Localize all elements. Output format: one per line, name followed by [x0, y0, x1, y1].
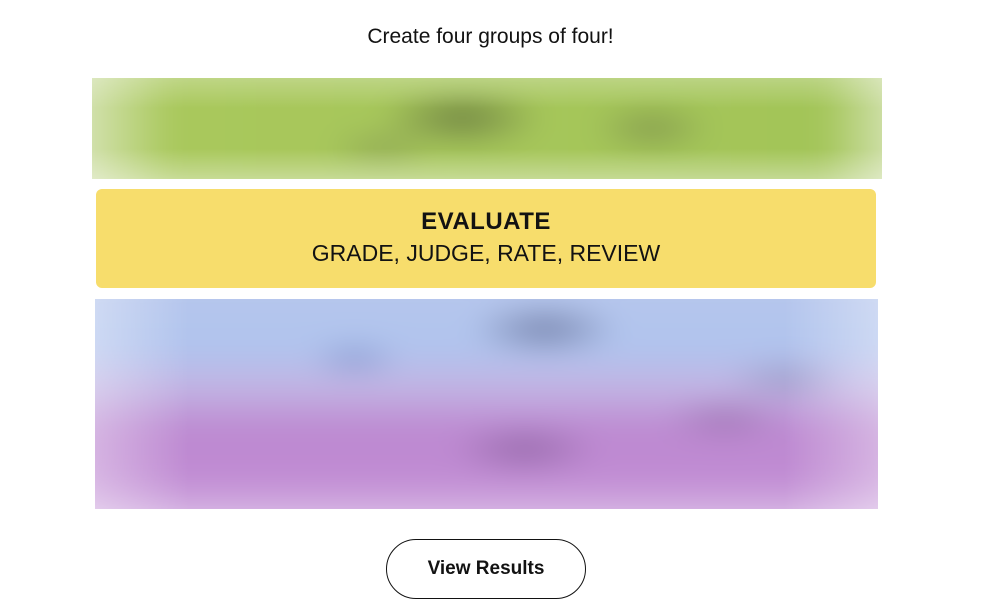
blurred-blue-purple-edge	[95, 299, 878, 509]
solved-group-yellow: EVALUATE GRADE, JUDGE, RATE, REVIEW	[96, 189, 876, 288]
connections-results-page: Create four groups of four! EVALUATE GRA…	[0, 0, 981, 611]
group-words: GRADE, JUDGE, RATE, REVIEW	[311, 240, 661, 266]
blurred-group-green	[92, 78, 882, 179]
puzzle-prompt: Create four groups of four!	[367, 25, 614, 48]
view-results-button[interactable]: View Results	[386, 539, 586, 599]
blurred-green-edge	[92, 78, 882, 179]
group-title: EVALUATE	[421, 208, 551, 235]
blurred-groups-blue-purple	[95, 299, 878, 509]
